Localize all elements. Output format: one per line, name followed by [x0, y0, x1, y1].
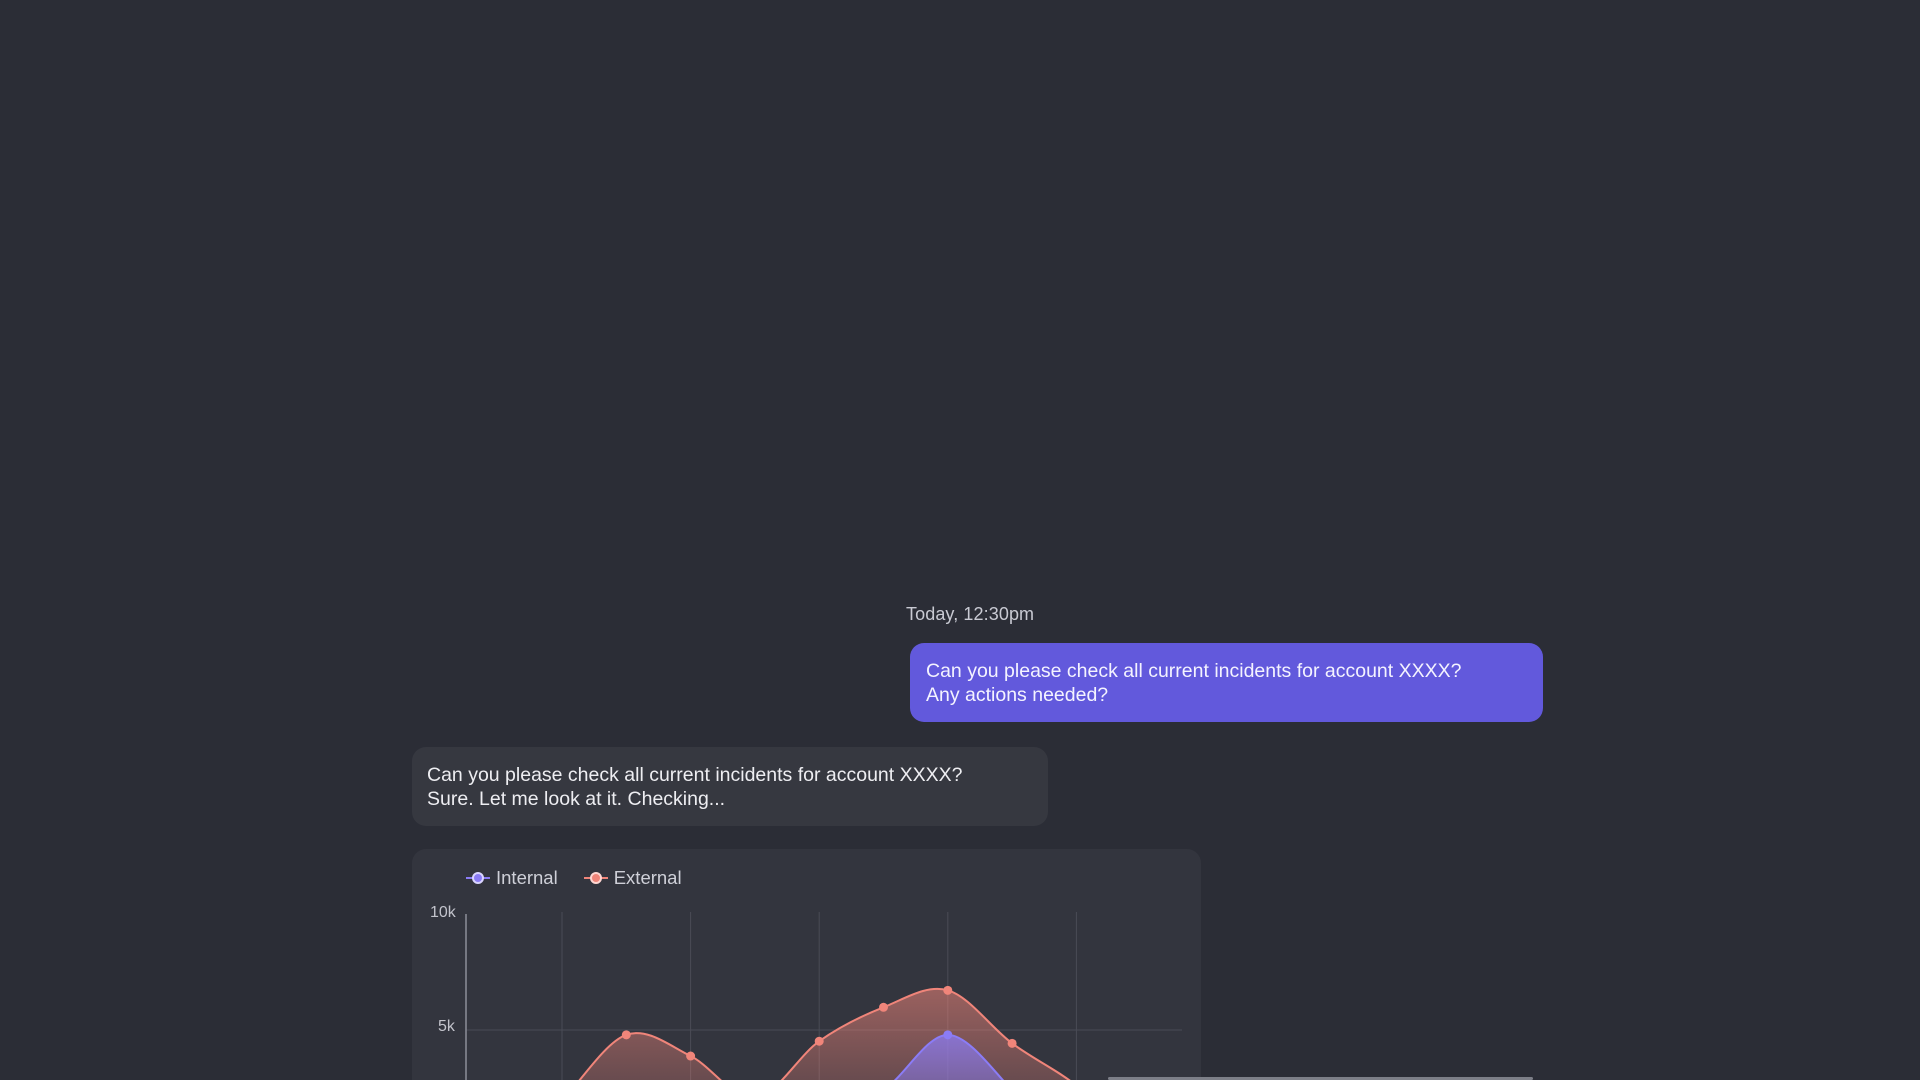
series-external-point	[879, 1002, 888, 1012]
series-internal-point	[943, 1030, 953, 1040]
chat-screen: Today, 12:30pm Can you please check all …	[0, 0, 1920, 1080]
user-message-line: Any actions needed?	[926, 684, 1109, 706]
series-external-point	[943, 985, 953, 995]
assistant-message-line: Sure. Let me look at it. Checking...	[427, 788, 726, 810]
user-message-bubble: Can you please check all current inciden…	[910, 643, 1543, 722]
series-external-point	[814, 1036, 824, 1046]
series-external-point	[1007, 1038, 1017, 1048]
message-timestamp: Today, 12:30pm	[906, 604, 1035, 624]
series-external-point	[621, 1030, 631, 1040]
series-external-point	[686, 1051, 696, 1061]
incidents-chart-card: Internal External 10k 5k	[412, 849, 1201, 1080]
incidents-area-chart	[465, 912, 1182, 1080]
assistant-message-bubble: Can you please check all current inciden…	[412, 747, 1048, 826]
user-message-line: Can you please check all current inciden…	[926, 660, 1462, 682]
assistant-message-line: Can you please check all current inciden…	[427, 764, 963, 786]
